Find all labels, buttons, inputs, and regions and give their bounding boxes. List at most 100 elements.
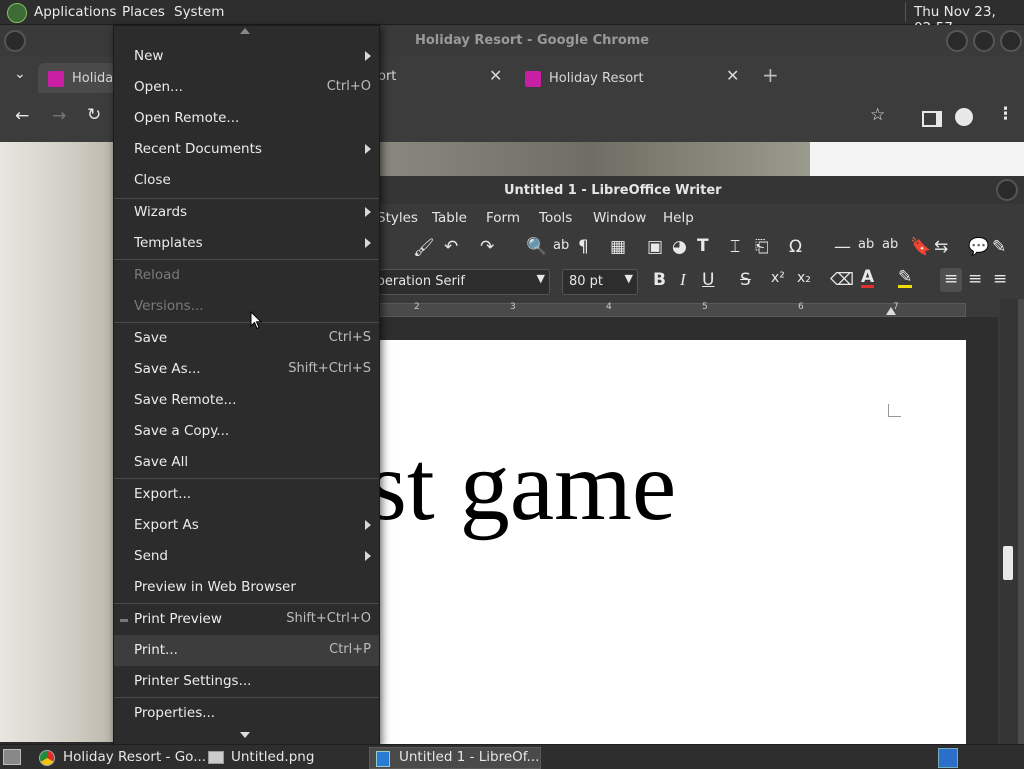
menu-item-save[interactable]: Save Ctrl+S bbox=[114, 323, 379, 354]
menu-item-printer-settings[interactable]: Printer Settings... bbox=[114, 666, 379, 697]
align-center-icon[interactable]: ≡ bbox=[968, 269, 982, 289]
menu-item-close[interactable]: Close bbox=[114, 165, 379, 196]
show-desktop-icon[interactable] bbox=[3, 749, 21, 765]
menu-styles[interactable]: Styles bbox=[377, 210, 418, 226]
close-window-icon[interactable] bbox=[1000, 30, 1022, 52]
vertical-scrollbar[interactable] bbox=[1000, 299, 1018, 744]
places-menu[interactable]: Places bbox=[122, 4, 165, 20]
bold-icon[interactable]: B bbox=[653, 270, 666, 290]
tab-search-chevron-icon[interactable]: ⌄ bbox=[14, 66, 26, 82]
menu-window[interactable]: Window bbox=[593, 210, 646, 226]
spelling-icon[interactable]: ab bbox=[553, 238, 569, 253]
minimize-icon[interactable] bbox=[946, 30, 968, 52]
highlight-color-icon[interactable]: ✎ bbox=[898, 269, 913, 288]
font-color-icon[interactable]: A bbox=[861, 269, 875, 288]
menu-item-export-as[interactable]: Export As bbox=[114, 510, 379, 541]
menu-help[interactable]: Help bbox=[663, 210, 694, 226]
right-indent-marker-icon[interactable] bbox=[886, 307, 896, 315]
menu-item-save-remote[interactable]: Save Remote... bbox=[114, 385, 379, 416]
menu-item-print[interactable]: Print... Ctrl+P bbox=[114, 635, 379, 666]
horizontal-ruler[interactable]: 2 3 4 5 6 7 bbox=[368, 299, 968, 317]
menu-item-templates[interactable]: Templates bbox=[114, 228, 379, 259]
task-writer-active[interactable]: Untitled 1 - LibreOf... bbox=[369, 747, 541, 769]
menu-tools[interactable]: Tools bbox=[539, 210, 572, 226]
side-panel-icon[interactable] bbox=[922, 111, 942, 127]
menu-item-wizards[interactable]: Wizards bbox=[114, 197, 379, 228]
align-left-icon[interactable]: ≡ bbox=[940, 268, 962, 292]
font-size-dropdown-icon[interactable]: ▼ bbox=[625, 272, 633, 285]
insert-chart-icon[interactable]: ◕ bbox=[672, 237, 687, 257]
menu-item-open-remote[interactable]: Open Remote... bbox=[114, 103, 379, 134]
comment-icon[interactable]: 💬 bbox=[968, 237, 989, 257]
align-right-icon[interactable]: ≡ bbox=[993, 269, 1007, 289]
menu-item-recent-documents[interactable]: Recent Documents bbox=[114, 134, 379, 165]
formatting-marks-icon[interactable]: ¶ bbox=[578, 237, 589, 257]
track-changes-icon[interactable]: ✎ bbox=[992, 237, 1006, 257]
footnote-icon[interactable]: ab bbox=[858, 237, 874, 252]
page-break-icon[interactable]: ⌶ bbox=[730, 237, 740, 257]
reload-icon[interactable]: ↻ bbox=[87, 105, 101, 125]
kebab-menu-icon[interactable]: ⋮ bbox=[997, 104, 1014, 124]
window-menu-icon[interactable] bbox=[4, 30, 26, 52]
scroll-up-icon[interactable] bbox=[240, 28, 250, 34]
underline-icon[interactable]: U bbox=[702, 270, 714, 290]
menu-item-save-as[interactable]: Save As... Shift+Ctrl+S bbox=[114, 354, 379, 385]
system-menu[interactable]: System bbox=[174, 4, 224, 20]
menu-item-print-preview[interactable]: Print Preview Shift+Ctrl+O bbox=[114, 604, 379, 635]
tab-close-icon[interactable]: ✕ bbox=[489, 66, 502, 85]
tab-label[interactable]: ort bbox=[378, 69, 396, 84]
task-untitled-png[interactable]: Untitled.png bbox=[200, 748, 368, 767]
redo-icon[interactable]: ↷ bbox=[480, 237, 494, 257]
workspace-switcher-icon[interactable] bbox=[938, 748, 958, 768]
menu-item-save-all[interactable]: Save All bbox=[114, 447, 379, 478]
menu-item-send[interactable]: Send bbox=[114, 541, 379, 572]
new-tab-plus-icon[interactable]: + bbox=[762, 63, 779, 87]
bookmark-icon[interactable]: 🔖 bbox=[910, 237, 931, 257]
menu-item-export[interactable]: Export... bbox=[114, 479, 379, 510]
tab-close-icon[interactable]: ✕ bbox=[726, 66, 739, 85]
menu-item-properties[interactable]: Properties... bbox=[114, 698, 379, 729]
maximize-icon[interactable] bbox=[973, 30, 995, 52]
menu-form[interactable]: Form bbox=[486, 210, 520, 226]
menu-item-new[interactable]: New bbox=[114, 41, 379, 72]
clone-formatting-icon[interactable]: 🖌 bbox=[413, 238, 435, 258]
special-character-icon[interactable]: Ω bbox=[789, 237, 802, 257]
menu-item-preview-in-web-browser[interactable]: Preview in Web Browser bbox=[114, 572, 379, 603]
document-page[interactable]: st game bbox=[368, 340, 966, 750]
document-text[interactable]: st game bbox=[368, 428, 676, 543]
font-name-combo[interactable]: iberation Serif ▼ bbox=[366, 269, 550, 295]
insert-table-icon[interactable]: ▦ bbox=[610, 237, 626, 257]
bookmark-star-icon[interactable]: ☆ bbox=[870, 105, 885, 125]
task-chrome[interactable]: Holiday Resort - Go... bbox=[24, 748, 206, 767]
tab-holiday-active[interactable]: Holiday bbox=[38, 63, 121, 93]
horizontal-line-icon[interactable]: — bbox=[834, 237, 851, 257]
find-replace-icon[interactable]: 🔍 bbox=[526, 237, 547, 257]
profile-avatar-icon[interactable] bbox=[955, 108, 973, 126]
clear-formatting-icon[interactable]: ⌫ bbox=[830, 270, 854, 290]
submenu-arrow-icon bbox=[365, 207, 371, 217]
menu-item-open[interactable]: Open... Ctrl+O bbox=[114, 72, 379, 103]
distro-logo-icon[interactable] bbox=[7, 3, 27, 23]
menu-table[interactable]: Table bbox=[432, 210, 467, 226]
scrollbar-thumb[interactable] bbox=[1003, 546, 1013, 580]
tab-holiday-resort[interactable]: Holiday Resort ✕ bbox=[512, 63, 752, 93]
applications-menu[interactable]: Applications bbox=[34, 4, 116, 20]
font-size-combo[interactable]: 80 pt ▼ bbox=[562, 269, 638, 295]
menu-item-save-a-copy[interactable]: Save a Copy... bbox=[114, 416, 379, 447]
font-name-dropdown-icon[interactable]: ▼ bbox=[537, 272, 545, 285]
writer-window-button-icon[interactable] bbox=[996, 179, 1018, 201]
superscript-icon[interactable]: x² bbox=[771, 270, 785, 286]
insert-image-icon[interactable]: ▣ bbox=[647, 237, 663, 257]
subscript-icon[interactable]: x₂ bbox=[797, 270, 811, 286]
insert-textbox-icon[interactable]: T bbox=[697, 236, 709, 256]
insert-field-icon[interactable]: ⎗ bbox=[755, 237, 769, 257]
italic-icon[interactable]: I bbox=[680, 270, 686, 290]
strikethrough-icon[interactable]: S bbox=[740, 270, 751, 290]
cross-reference-icon[interactable]: ⇆ bbox=[934, 237, 948, 257]
endnote-icon[interactable]: ab bbox=[882, 237, 898, 252]
forward-arrow-icon[interactable]: → bbox=[52, 106, 66, 126]
back-arrow-icon[interactable]: ← bbox=[15, 106, 29, 126]
scroll-down-icon[interactable] bbox=[240, 732, 250, 738]
sidebar-edge[interactable] bbox=[1018, 299, 1024, 744]
undo-icon[interactable]: ↶ bbox=[444, 237, 458, 257]
